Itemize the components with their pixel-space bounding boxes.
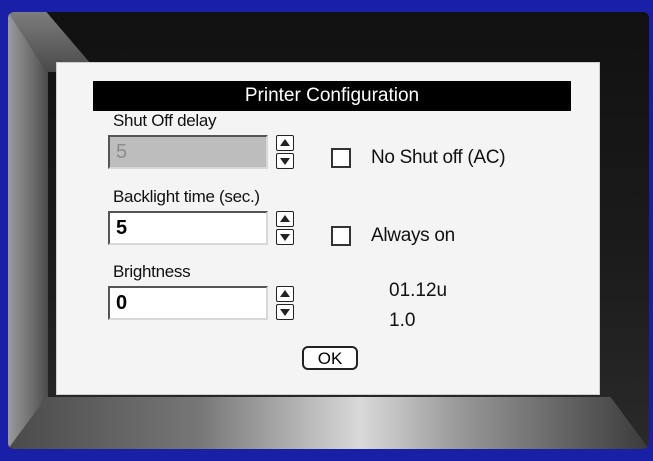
backlight-time-label: Backlight time (sec.) (113, 187, 260, 206)
bezel-sheen-bottom (8, 397, 649, 449)
always-on-checkbox[interactable] (331, 226, 351, 246)
dialog-title: Printer Configuration (93, 81, 571, 111)
shut-off-delay-field[interactable]: 5 (108, 135, 268, 169)
backlight-time-field[interactable]: 5 (108, 211, 268, 245)
spin-up-icon[interactable] (276, 286, 294, 302)
printer-configuration-dialog: Printer Configuration Shut Off delay 5 B… (56, 62, 600, 395)
no-shut-off-checkbox[interactable] (331, 148, 351, 168)
shut-off-delay-label: Shut Off delay (113, 111, 217, 130)
shut-off-delay-spinner[interactable] (276, 135, 294, 169)
spin-down-icon[interactable] (276, 304, 294, 320)
spin-up-icon[interactable] (276, 211, 294, 227)
spin-down-icon[interactable] (276, 153, 294, 169)
no-shut-off-label: No Shut off (AC) (371, 147, 506, 168)
bezel-sheen-left (8, 12, 48, 449)
spin-up-icon[interactable] (276, 135, 294, 151)
always-on-label: Always on (371, 225, 455, 246)
firmware-version: 01.12u (389, 280, 448, 301)
spin-down-icon[interactable] (276, 229, 294, 245)
ok-button[interactable]: OK (302, 346, 358, 370)
backlight-time-spinner[interactable] (276, 211, 294, 245)
brightness-spinner[interactable] (276, 286, 294, 320)
hardware-version: 1.0 (389, 310, 416, 331)
brightness-field[interactable]: 0 (108, 286, 268, 320)
brightness-label: Brightness (113, 262, 191, 281)
